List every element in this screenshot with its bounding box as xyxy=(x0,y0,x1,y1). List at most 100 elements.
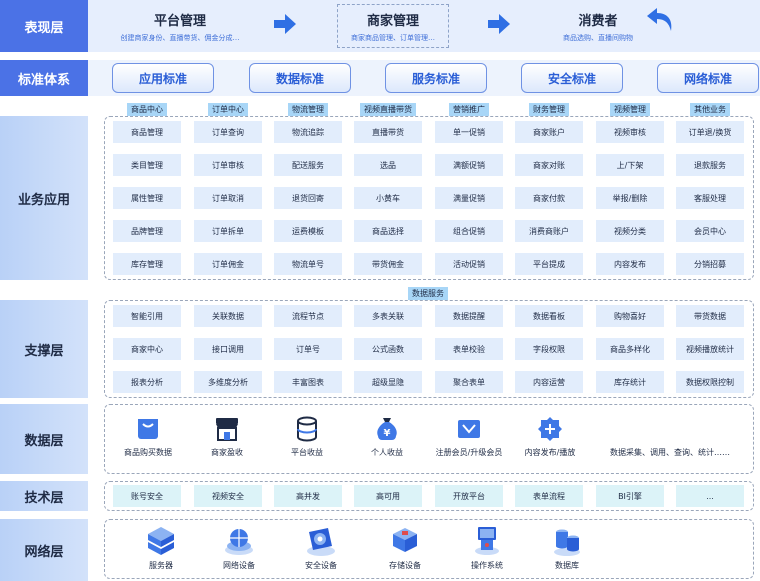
business-item: 平台提成 xyxy=(515,253,583,275)
tech-item: BI引擎 xyxy=(596,485,664,507)
business-item: 选品 xyxy=(354,154,422,176)
support-item: 购物喜好 xyxy=(596,305,664,327)
server-icon xyxy=(148,527,174,555)
consumer-title: 消费者 xyxy=(578,13,618,29)
tech-item: 高并发 xyxy=(274,485,342,507)
network-item-label: 数据库 xyxy=(555,561,579,570)
arrow-right-icon xyxy=(488,14,510,34)
business-item: 配送服务 xyxy=(274,154,342,176)
business-item: 分销招募 xyxy=(676,253,744,275)
support-item: 多维度分析 xyxy=(194,371,262,393)
standard-data: 数据标准 xyxy=(249,63,351,93)
data-item-membership: 注册会员/升级会员 xyxy=(424,416,514,458)
merchant-subtitle: 商家商品管理、订单管理… xyxy=(351,33,435,42)
data-item-label: 内容发布/播放 xyxy=(524,448,576,457)
consumer-subtitle: 商品选购、直播间购物 xyxy=(563,33,633,42)
business-item: 满量促销 xyxy=(435,187,503,209)
consumer: 消费者 商品选购、直播间购物 xyxy=(540,4,656,48)
business-item: 商家账户 xyxy=(515,121,583,143)
business-item: 物流追踪 xyxy=(274,121,342,143)
business-item: 带货佣金 xyxy=(354,253,422,275)
support-item: 库存统计 xyxy=(596,371,664,393)
network-item-label: 服务器 xyxy=(149,561,173,570)
standard-application: 应用标准 xyxy=(112,63,214,93)
svg-text:¥: ¥ xyxy=(384,428,391,439)
business-item: 商家对账 xyxy=(515,154,583,176)
storage-device-icon xyxy=(393,528,417,552)
support-item: 带货数据 xyxy=(676,305,744,327)
business-item: 商家付款 xyxy=(515,187,583,209)
operating-system-icon xyxy=(475,527,499,555)
business-item: 品牌管理 xyxy=(113,220,181,242)
business-item: 属性管理 xyxy=(113,187,181,209)
category-tag: 其他业务 xyxy=(690,103,730,116)
support-item: 流程节点 xyxy=(274,305,342,327)
data-item-content: 内容发布/播放 xyxy=(516,416,584,458)
network-item-network-device: 网络设备 xyxy=(214,524,264,571)
database-server-icon xyxy=(554,529,580,556)
support-item: 内容运营 xyxy=(515,371,583,393)
network-device-icon xyxy=(225,529,253,555)
business-item: 订单查询 xyxy=(194,121,262,143)
category-tag: 物流管理 xyxy=(288,103,328,116)
business-item: 客服处理 xyxy=(676,187,744,209)
support-item: 字段权限 xyxy=(515,338,583,360)
business-item: 视频分类 xyxy=(596,220,664,242)
business-item: 消费商账户 xyxy=(515,220,583,242)
business-item: 视频审核 xyxy=(596,121,664,143)
support-item: 数据权限控制 xyxy=(676,371,744,393)
data-item-label: 平台收益 xyxy=(291,448,323,457)
merchant-management: 商家管理 商家商品管理、订单管理… xyxy=(337,4,449,48)
arrow-right-icon xyxy=(274,14,296,34)
business-item: 内容发布 xyxy=(596,253,664,275)
tech-item: 视频安全 xyxy=(194,485,262,507)
return-arrow-icon xyxy=(647,8,672,31)
tech-item: 账号安全 xyxy=(113,485,181,507)
layer-label-support: 支撑层 xyxy=(0,300,88,398)
business-item: 会员中心 xyxy=(676,220,744,242)
support-item: 视频播放统计 xyxy=(676,338,744,360)
network-item-database: 数据库 xyxy=(542,524,592,571)
business-item: 单一促销 xyxy=(435,121,503,143)
business-item: 订单退/换货 xyxy=(676,121,744,143)
network-item-label: 网络设备 xyxy=(223,561,255,570)
business-item: 运费模板 xyxy=(274,220,342,242)
platform-subtitle: 创建商家身份、直播带货、佣金分成… xyxy=(120,33,240,42)
data-item-platform-revenue: 平台收益 xyxy=(272,416,342,458)
business-item: 库存管理 xyxy=(113,253,181,275)
layer-label-standards: 标准体系 xyxy=(0,60,88,96)
business-item: 订单取消 xyxy=(194,187,262,209)
category-tag: 订单中心 xyxy=(208,103,248,116)
store-icon xyxy=(216,418,238,441)
support-item: 接口调用 xyxy=(194,338,262,360)
support-item: 丰富图表 xyxy=(274,371,342,393)
money-bag-icon: ¥ xyxy=(377,418,397,440)
vip-card-icon xyxy=(458,420,480,438)
database-icon xyxy=(297,416,317,442)
support-item: 商品多样化 xyxy=(596,338,664,360)
content-publish-icon xyxy=(538,417,562,441)
tech-item: ... xyxy=(676,485,744,507)
network-item-os: 操作系统 xyxy=(462,524,512,571)
security-device-icon xyxy=(307,528,335,556)
standard-service: 服务标准 xyxy=(385,63,487,93)
business-item: 订单审核 xyxy=(194,154,262,176)
network-item-server: 服务器 xyxy=(136,524,186,571)
layer-label-data: 数据层 xyxy=(0,404,88,474)
support-item: 表单校验 xyxy=(435,338,503,360)
network-item-label: 操作系统 xyxy=(471,561,503,570)
business-item: 商品选择 xyxy=(354,220,422,242)
data-item-personal-revenue: ¥ 个人收益 xyxy=(352,416,422,458)
category-tag: 商品中心 xyxy=(127,103,167,116)
business-item: 举报/删除 xyxy=(596,187,664,209)
data-service-tag: 数据服务 xyxy=(408,287,448,300)
business-item: 订单拆单 xyxy=(194,220,262,242)
business-item: 退货回寄 xyxy=(274,187,342,209)
category-tag: 营销推广 xyxy=(449,103,489,116)
business-item: 退款服务 xyxy=(676,154,744,176)
business-item: 类目管理 xyxy=(113,154,181,176)
network-item-label: 安全设备 xyxy=(305,561,337,570)
tech-item: 高可用 xyxy=(354,485,422,507)
business-item: 活动促销 xyxy=(435,253,503,275)
data-item-operations: 数据采集、调用、查询、统计…… xyxy=(600,447,740,458)
